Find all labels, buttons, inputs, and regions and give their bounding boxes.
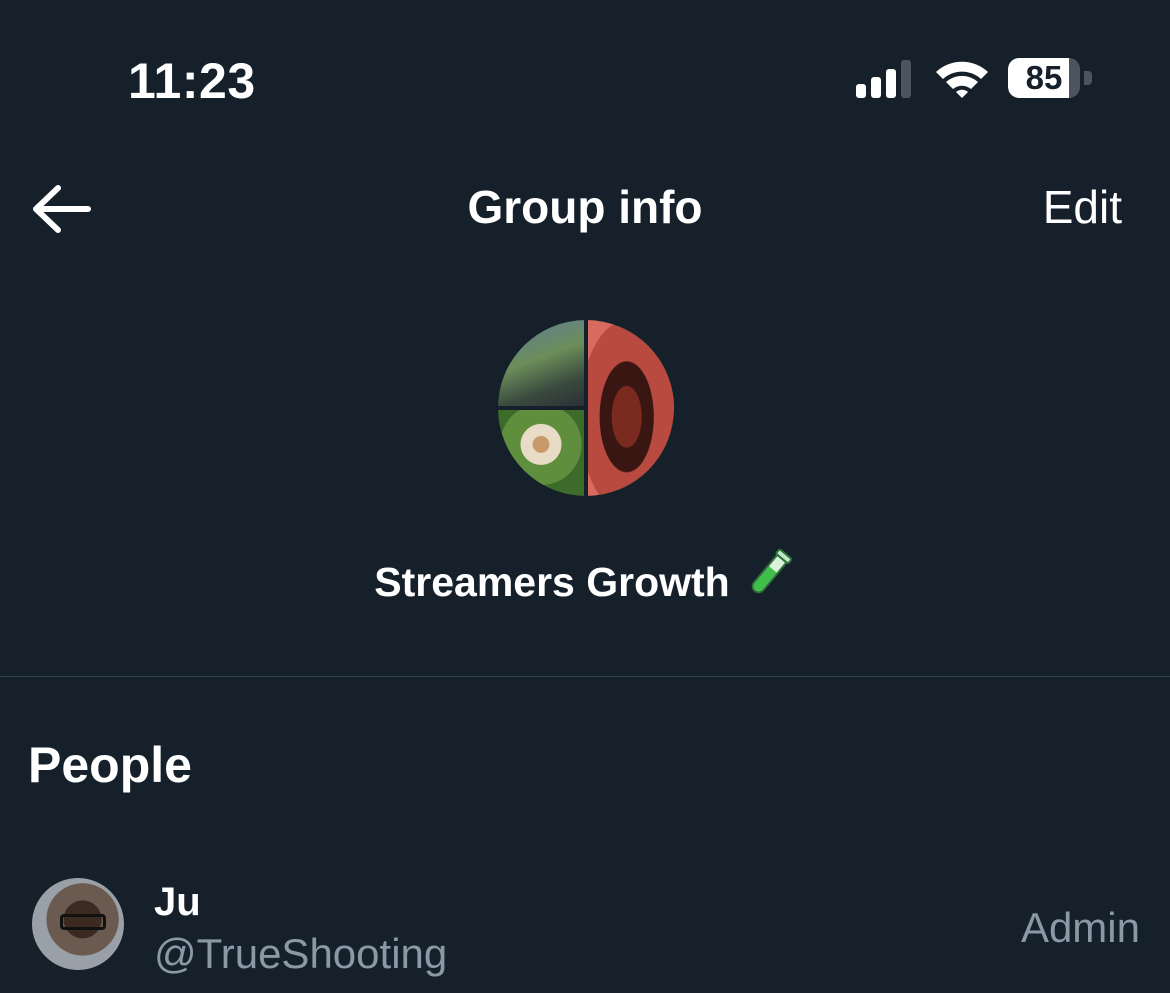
battery-indicator: 85 [1008, 58, 1094, 98]
group-name-text: Streamers Growth [374, 559, 730, 605]
member-row[interactable]: Ju @TrueShooting Admin [0, 860, 1170, 993]
edit-button[interactable]: Edit [1043, 180, 1122, 234]
people-section-title: People [28, 737, 192, 793]
glasses-detail [60, 914, 106, 930]
cellular-signal-icon [856, 60, 911, 98]
battery-level: 85 [1025, 59, 1063, 96]
battery-tip [1084, 71, 1092, 85]
avatar[interactable] [32, 878, 124, 970]
wifi-icon [936, 61, 988, 98]
member-photo [498, 410, 584, 496]
status-time: 11:23 [128, 53, 256, 109]
member-photo [588, 320, 674, 496]
page-title: Group info [467, 181, 703, 233]
avatar-divider [584, 320, 588, 496]
member-name: Ju [154, 880, 201, 924]
group-avatar[interactable] [498, 320, 674, 496]
member-role-badge: Admin [1020, 904, 1140, 951]
member-photo [498, 320, 584, 406]
nav-bar: Group info Edit [0, 150, 1170, 270]
test-tube-icon [751, 548, 792, 594]
avatar-divider [498, 406, 584, 410]
group-name: Streamers Growth [0, 546, 1170, 606]
member-handle: @TrueShooting [154, 930, 448, 977]
battery-body: 85 [1008, 58, 1080, 98]
section-divider [0, 676, 1170, 677]
status-bar: 11:23 85 [0, 0, 1170, 150]
